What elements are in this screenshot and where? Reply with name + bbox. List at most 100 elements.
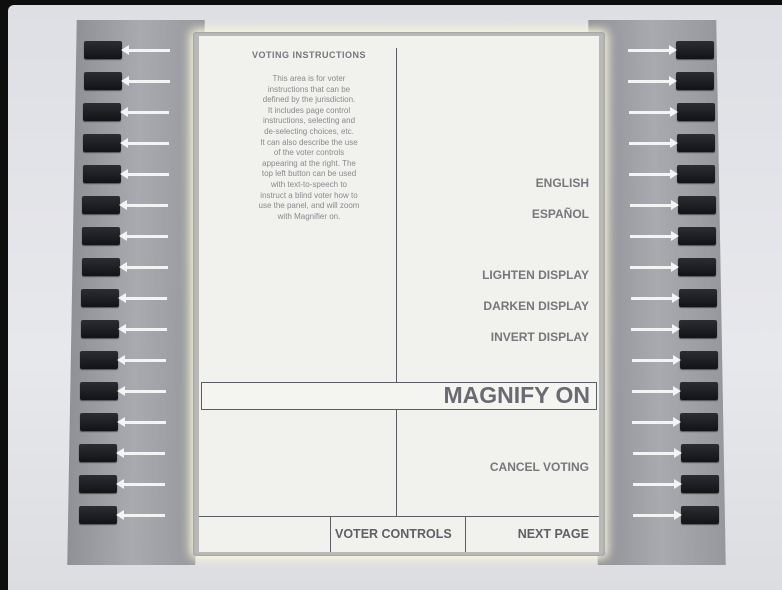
left-side-button-5[interactable] bbox=[79, 165, 201, 185]
instructions-line: appearing at the right. The bbox=[262, 158, 356, 168]
button-cap[interactable] bbox=[80, 382, 118, 400]
button-cap[interactable] bbox=[681, 444, 719, 462]
arrow-left-icon bbox=[118, 324, 167, 334]
arrow-left-icon bbox=[119, 200, 168, 210]
instructions-line: use the panel, and will zoom bbox=[258, 201, 360, 211]
button-cap[interactable] bbox=[80, 413, 118, 431]
right-side-button-9[interactable] bbox=[599, 289, 721, 309]
right-side-button-1[interactable] bbox=[596, 41, 718, 61]
button-cap[interactable] bbox=[79, 444, 117, 462]
left-side-button-15[interactable] bbox=[75, 475, 197, 495]
option-invert-display[interactable]: INVERT DISPLAY bbox=[491, 330, 589, 344]
vertical-divider-lower bbox=[396, 408, 397, 516]
right-side-button-5[interactable] bbox=[597, 165, 719, 185]
instructions-line: instructions, selecting and bbox=[262, 116, 356, 126]
option-english[interactable]: ENGLISH bbox=[536, 176, 589, 190]
left-side-button-3[interactable] bbox=[79, 103, 201, 123]
arrow-right-icon bbox=[632, 386, 681, 396]
arrow-right-icon bbox=[629, 169, 678, 179]
button-cap[interactable] bbox=[678, 258, 716, 276]
button-cap[interactable] bbox=[680, 351, 718, 369]
option-cancel-voting[interactable]: CANCEL VOTING bbox=[490, 460, 589, 474]
button-cap[interactable] bbox=[678, 227, 716, 245]
right-side-button-16[interactable] bbox=[601, 506, 723, 526]
option-magnify-on[interactable]: MAGNIFY ON bbox=[443, 382, 590, 409]
button-cap[interactable] bbox=[83, 165, 121, 183]
left-side-button-14[interactable] bbox=[75, 444, 197, 464]
instructions-title: VOTING INSTRUCTIONS bbox=[251, 50, 366, 60]
arrow-right-icon bbox=[628, 76, 677, 86]
button-cap[interactable] bbox=[83, 103, 121, 121]
arrow-right-icon bbox=[632, 355, 681, 365]
left-side-button-10[interactable] bbox=[77, 320, 199, 340]
arrow-right-icon bbox=[629, 138, 678, 148]
button-cap[interactable] bbox=[82, 258, 120, 276]
right-side-button-4[interactable] bbox=[597, 134, 719, 154]
footer-separator-right bbox=[465, 516, 466, 552]
option-darken-display[interactable]: DARKEN DISPLAY bbox=[483, 299, 589, 313]
button-cap[interactable] bbox=[678, 196, 716, 214]
right-side-button-10[interactable] bbox=[599, 320, 721, 340]
right-side-button-6[interactable] bbox=[598, 196, 720, 216]
button-cap[interactable] bbox=[81, 320, 119, 338]
option-lighten-display[interactable]: LIGHTEN DISPLAY bbox=[482, 268, 589, 282]
right-side-button-12[interactable] bbox=[600, 382, 722, 402]
left-side-button-12[interactable] bbox=[76, 382, 198, 402]
right-side-button-13[interactable] bbox=[600, 413, 722, 433]
ballot-screen: VOTING INSTRUCTIONS This area is for vot… bbox=[199, 36, 599, 552]
arrow-right-icon bbox=[631, 324, 680, 334]
button-cap[interactable] bbox=[679, 289, 717, 307]
instructions-line: It includes page control bbox=[267, 105, 351, 115]
button-cap[interactable] bbox=[83, 134, 121, 152]
button-cap[interactable] bbox=[676, 41, 714, 59]
left-side-button-6[interactable] bbox=[78, 196, 200, 216]
button-cap[interactable] bbox=[677, 134, 715, 152]
left-side-button-7[interactable] bbox=[78, 227, 200, 247]
button-cap[interactable] bbox=[679, 320, 717, 338]
button-cap[interactable] bbox=[84, 72, 122, 90]
next-page-button[interactable]: NEXT PAGE bbox=[518, 527, 589, 541]
left-side-button-9[interactable] bbox=[77, 289, 199, 309]
right-side-button-2[interactable] bbox=[596, 72, 718, 92]
button-cap[interactable] bbox=[677, 103, 715, 121]
button-cap[interactable] bbox=[79, 475, 117, 493]
left-side-button-1[interactable] bbox=[80, 41, 202, 61]
button-cap[interactable] bbox=[82, 196, 120, 214]
left-side-button-13[interactable] bbox=[76, 413, 198, 433]
button-cap[interactable] bbox=[676, 72, 714, 90]
left-side-button-2[interactable] bbox=[80, 72, 202, 92]
left-side-button-4[interactable] bbox=[79, 134, 201, 154]
left-side-button-8[interactable] bbox=[78, 258, 200, 278]
left-side-button-16[interactable] bbox=[75, 506, 197, 526]
left-side-button-11[interactable] bbox=[76, 351, 198, 371]
right-side-button-8[interactable] bbox=[598, 258, 720, 278]
arrow-left-icon bbox=[120, 169, 169, 179]
button-cap[interactable] bbox=[680, 382, 718, 400]
screen-bezel: VOTING INSTRUCTIONS This area is for vot… bbox=[193, 32, 605, 556]
button-cap[interactable] bbox=[79, 506, 117, 524]
button-cap[interactable] bbox=[84, 41, 122, 59]
right-side-button-7[interactable] bbox=[598, 227, 720, 247]
option-espanol[interactable]: ESPAÑOL bbox=[532, 207, 589, 221]
instructions-line: This area is for voter bbox=[272, 74, 346, 83]
button-cap[interactable] bbox=[680, 413, 718, 431]
right-side-button-3[interactable] bbox=[597, 103, 719, 123]
footer-divider bbox=[199, 516, 599, 517]
right-side-button-15[interactable] bbox=[601, 475, 723, 495]
right-side-button-11[interactable] bbox=[600, 351, 722, 371]
footer-separator-left bbox=[330, 516, 331, 552]
instructions-line: instruct a blind voter how to bbox=[260, 190, 358, 200]
arrow-left-icon bbox=[116, 448, 165, 458]
button-cap[interactable] bbox=[681, 475, 719, 493]
voter-controls-label[interactable]: VOTER CONTROLS bbox=[335, 527, 452, 541]
button-cap[interactable] bbox=[82, 227, 120, 245]
button-cap[interactable] bbox=[80, 351, 118, 369]
magnify-option-box[interactable]: MAGNIFY ON bbox=[201, 382, 597, 410]
button-cap[interactable] bbox=[681, 506, 719, 524]
right-side-button-14[interactable] bbox=[601, 444, 723, 464]
button-cap[interactable] bbox=[81, 289, 119, 307]
instructions-line: de-selecting choices, etc. bbox=[264, 126, 354, 136]
arrow-left-icon bbox=[116, 510, 165, 520]
arrow-right-icon bbox=[629, 107, 678, 117]
button-cap[interactable] bbox=[677, 165, 715, 183]
